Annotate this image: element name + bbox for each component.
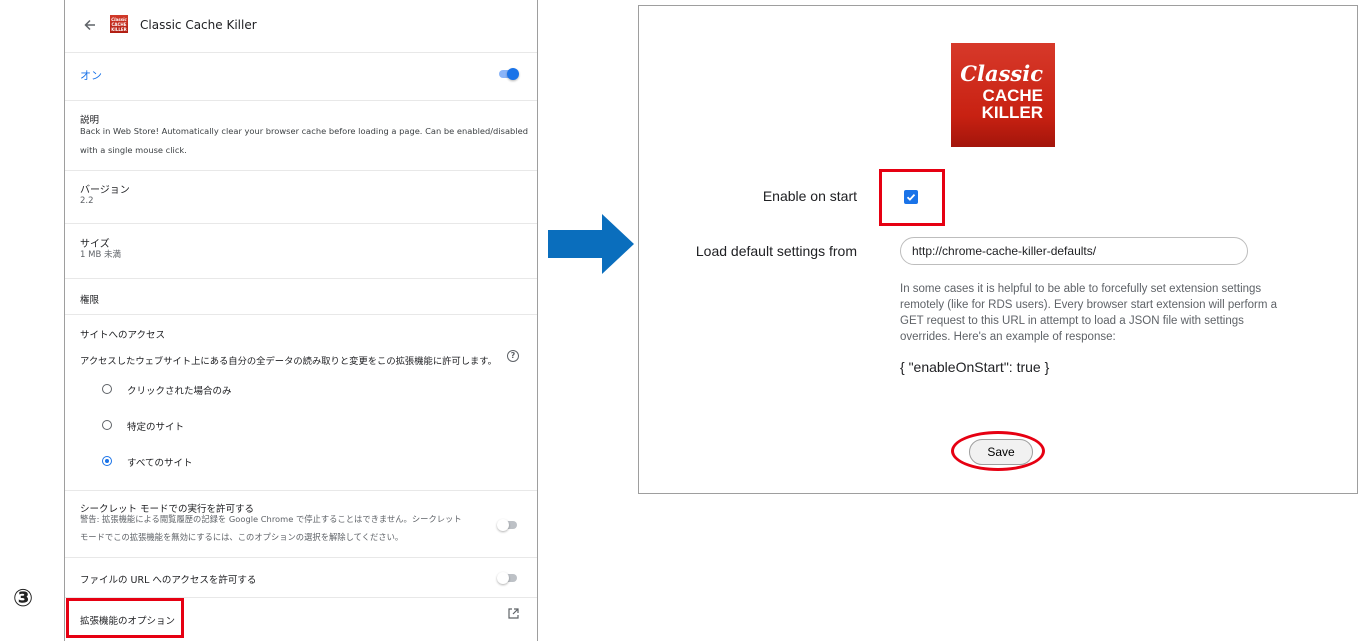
help-text-line3: GET request to this URL in attempt to lo… <box>900 315 1244 327</box>
help-text-line4: overrides. Here's an example of response… <box>900 331 1116 343</box>
version-value: 2.2 <box>80 196 94 206</box>
file-url-section: ファイルの URL へのアクセスを許可する <box>65 557 537 597</box>
step-marker: ③ <box>12 584 34 612</box>
enabled-row: オン <box>65 52 537 100</box>
enabled-toggle[interactable] <box>497 68 519 80</box>
logo-line-classic: Classic <box>960 61 1043 86</box>
open-in-new-icon[interactable] <box>508 608 519 619</box>
help-text-line2: remotely (like for RDS users). Every bro… <box>900 299 1278 311</box>
file-url-toggle[interactable] <box>497 572 519 584</box>
logo-line-cache: CACHE <box>982 86 1043 105</box>
permissions-heading: 権限 <box>80 295 100 306</box>
extension-details-panel: Classic CACHE KILLER Classic Cache Kille… <box>64 0 538 641</box>
back-arrow-icon[interactable] <box>82 17 98 33</box>
highlight-save-button <box>951 431 1045 471</box>
enabled-label: オン <box>80 69 102 82</box>
description-text-line1: Back in Web Store! Automatically clear y… <box>80 126 528 136</box>
help-text-line1: In some cases it is helpful to be able t… <box>900 283 1262 295</box>
description-text-line2: with a single mouse click. <box>80 145 187 155</box>
right-arrow-icon <box>548 214 634 274</box>
version-section: バージョン 2.2 <box>65 170 537 223</box>
icon-text-3: KILLER <box>111 27 127 32</box>
site-access-section: サイトへのアクセス アクセスしたウェブサイト上にある自分の全データの読み取りと変… <box>65 314 537 490</box>
incognito-warning-line2: モードでこの拡張機能を無効にするには、このオプションの選択を解除してください。 <box>80 532 404 542</box>
highlight-enable-checkbox <box>879 169 945 226</box>
logo-line-killer: KILLER <box>981 103 1043 122</box>
file-url-label: ファイルの URL へのアクセスを許可する <box>80 575 257 586</box>
radio-on-click-label[interactable]: クリックされた場合のみ <box>127 383 232 397</box>
radio-on-click[interactable] <box>102 384 112 394</box>
options-page-panel: Classic CACHE KILLER Enable on start Loa… <box>638 5 1358 494</box>
help-icon[interactable]: ? <box>507 350 519 362</box>
load-default-label: Load default settings from <box>695 243 857 259</box>
radio-specific-sites-label[interactable]: 特定のサイト <box>127 419 184 433</box>
cache-killer-logo: Classic CACHE KILLER <box>951 43 1055 147</box>
default-settings-url-input[interactable] <box>900 237 1248 265</box>
radio-specific-sites[interactable] <box>102 420 112 430</box>
extension-title: Classic Cache Killer <box>140 18 257 32</box>
json-example: { "enableOnStart": true } <box>900 359 1050 375</box>
enable-on-start-label: Enable on start <box>762 188 857 204</box>
radio-all-sites[interactable] <box>102 456 112 466</box>
size-section: サイズ 1 MB 未満 <box>65 223 537 278</box>
extension-icon: Classic CACHE KILLER <box>110 15 128 33</box>
incognito-toggle[interactable] <box>497 519 519 531</box>
help-text: In some cases it is helpful to be able t… <box>900 281 1290 345</box>
details-header: Classic CACHE KILLER Classic Cache Kille… <box>65 0 537 52</box>
radio-all-sites-label[interactable]: すべてのサイト <box>127 455 192 469</box>
incognito-warning-line1: 警告: 拡張機能による閲覧履歴の記録を Google Chrome で停止するこ… <box>80 514 462 524</box>
icon-text-1: Classic <box>111 17 127 22</box>
description-section: 説明 Back in Web Store! Automatically clea… <box>65 100 537 170</box>
size-value: 1 MB 未満 <box>80 250 121 260</box>
highlight-extension-options <box>66 598 184 638</box>
site-access-heading: サイトへのアクセス <box>80 330 166 341</box>
site-access-text: アクセスしたウェブサイト上にある自分の全データの読み取りと変更をこの拡張機能に許… <box>80 356 497 367</box>
permissions-section: 権限 <box>65 278 537 314</box>
incognito-section: シークレット モードでの実行を許可する 警告: 拡張機能による閲覧履歴の記録を … <box>65 490 537 557</box>
